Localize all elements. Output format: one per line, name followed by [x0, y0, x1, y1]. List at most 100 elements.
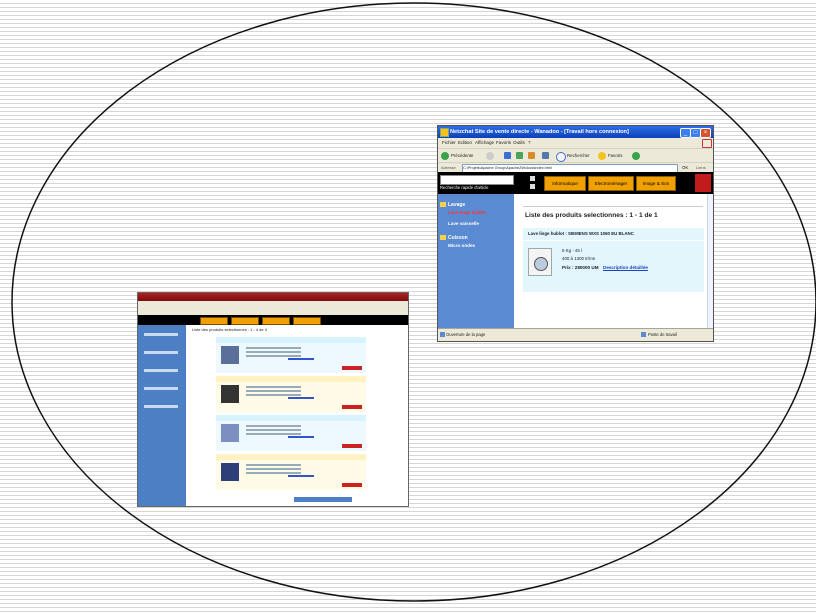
- favorites-button[interactable]: Favoris: [608, 151, 622, 161]
- small-product-card: [216, 415, 366, 451]
- nav-image-son[interactable]: Image & Son: [636, 176, 676, 191]
- links-button[interactable]: Liens: [696, 164, 706, 172]
- nav-electromenager[interactable]: Electroménager: [588, 176, 634, 191]
- small-card-header: [216, 415, 366, 421]
- home-icon[interactable]: [528, 152, 535, 159]
- small-nav-button: [293, 317, 321, 325]
- small-sidebar-item: [144, 333, 178, 336]
- small-sidebar-item: [144, 405, 178, 408]
- site-logo: [695, 174, 711, 192]
- small-details-link: [288, 475, 314, 477]
- sidebar-item-lave-vaisselle[interactable]: Lave vaisselle: [448, 221, 479, 226]
- menu-outils[interactable]: Outils: [513, 139, 525, 147]
- media-icon[interactable]: [542, 152, 549, 159]
- details-link[interactable]: Description détaillée: [603, 265, 648, 270]
- window-titlebar: Netzchat Site de vente directe - Wanadoo…: [438, 126, 713, 138]
- small-sidebar-item: [144, 369, 178, 372]
- go-button[interactable]: OK: [682, 164, 688, 172]
- small-product-card: [216, 337, 366, 373]
- small-product-card: [216, 376, 366, 412]
- small-list-title: Liste des produits selectionnes : 1 - 4 …: [192, 327, 267, 332]
- close-button[interactable]: ×: [700, 128, 711, 138]
- menu-favoris[interactable]: Favoris: [496, 139, 511, 147]
- category-sidebar: Lavage Lave linge hublot Lave vaisselle …: [438, 194, 514, 329]
- small-product-image: [221, 346, 239, 364]
- folder-icon: [440, 202, 446, 207]
- small-product-specs: [246, 347, 301, 349]
- menu-fichier[interactable]: Fichier: [442, 139, 456, 147]
- small-sidebar-item: [144, 351, 178, 354]
- small-details-link: [288, 397, 314, 399]
- small-nav-button: [200, 317, 228, 325]
- windows-flag-icon: [702, 139, 712, 148]
- status-bar: Ouverture de la page Poste de travail: [438, 328, 713, 341]
- status-zone: Poste de travail: [648, 332, 677, 337]
- product-capacity: 5 Kg - 45 l: [562, 248, 583, 253]
- small-product-image: [221, 463, 239, 481]
- category-lavage[interactable]: Lavage: [448, 202, 465, 208]
- web-page: Recherche rapide d'article Informatique …: [438, 172, 713, 329]
- site-header: Recherche rapide d'article Informatique …: [438, 172, 713, 194]
- small-buy-button: [342, 405, 362, 409]
- product-list-screenshot: Netzchat Site de vente directe - Wanadoo…: [437, 125, 714, 342]
- arrow-icon: [530, 176, 535, 181]
- small-card-header: [216, 454, 366, 460]
- product-spin: 400 à 1300 tr/mn: [562, 256, 596, 261]
- small-buy-button: [342, 483, 362, 487]
- product-price: Prix : 280000 UM: [562, 265, 599, 270]
- washing-machine-image[interactable]: [528, 248, 552, 276]
- nav-informatique[interactable]: Informatique: [544, 176, 586, 191]
- small-details-link: [288, 436, 314, 438]
- back-button[interactable]: Précédente: [451, 151, 473, 161]
- small-sidebar: [138, 325, 186, 506]
- quick-search-label: Recherche rapide d'article: [440, 185, 489, 190]
- menu-edition[interactable]: Edition: [458, 139, 472, 147]
- sidebar-item-lave-linge[interactable]: Lave linge hublot: [448, 210, 486, 215]
- divider: [523, 206, 703, 207]
- menu-affichage[interactable]: Affichage: [475, 139, 494, 147]
- small-nav-button: [262, 317, 290, 325]
- small-product-specs: [246, 464, 301, 466]
- browser-toolbar: Précédente Rechercher Favoris: [438, 148, 713, 163]
- divider: [523, 240, 704, 241]
- favorites-star-icon[interactable]: [598, 152, 606, 160]
- category-cuisson[interactable]: Cuisson: [448, 235, 468, 241]
- small-sidebar-item: [144, 387, 178, 390]
- small-buy-button: [342, 366, 362, 370]
- small-pager: [294, 497, 352, 502]
- small-product-card: [216, 454, 366, 490]
- arrow-icon: [530, 184, 535, 189]
- small-buy-button: [342, 444, 362, 448]
- small-card-header: [216, 376, 366, 382]
- main-content: Liste des produits selectionnes : 1 - 1 …: [514, 194, 708, 329]
- stop-icon[interactable]: [504, 152, 511, 159]
- window-title: Netzchat Site de vente directe - Wanadoo…: [450, 129, 629, 135]
- small-window-titlebar: [138, 293, 408, 301]
- address-label: Adresse: [441, 165, 456, 170]
- menu-help[interactable]: ?: [528, 139, 531, 147]
- search-icon[interactable]: [556, 152, 566, 162]
- small-content: Liste des produits selectionnes : 1 - 4 …: [186, 325, 404, 506]
- ie-app-icon: [440, 128, 449, 137]
- search-button[interactable]: Rechercher: [567, 151, 590, 161]
- product-name[interactable]: Lave linge hublot : SIEMENS WXS 1060 EU …: [528, 231, 634, 236]
- forward-arrow-icon[interactable]: [486, 152, 494, 160]
- sidebar-item-micro-ondes[interactable]: Micro ondes: [448, 243, 475, 248]
- back-arrow-icon[interactable]: [441, 152, 449, 160]
- refresh-icon[interactable]: [516, 152, 523, 159]
- small-card-header: [216, 337, 366, 343]
- status-text: Ouverture de la page: [446, 332, 486, 337]
- page-icon: [440, 332, 445, 337]
- computer-icon: [641, 332, 646, 337]
- quick-search-input[interactable]: [440, 175, 514, 185]
- small-product-specs: [246, 425, 301, 427]
- folder-icon: [440, 235, 446, 240]
- vertical-scrollbar[interactable]: [707, 194, 713, 329]
- list-title: Liste des produits selectionnes : 1 - 1 …: [525, 212, 658, 219]
- small-product-image: [221, 424, 239, 442]
- menu-bar: Fichier Edition Affichage Favoris Outils…: [438, 138, 713, 148]
- small-product-specs: [246, 386, 301, 388]
- product-list-screenshot-small: Liste des produits selectionnes : 1 - 4 …: [137, 292, 409, 507]
- product-card: Lave linge hublot : SIEMENS WXS 1060 EU …: [523, 228, 704, 292]
- history-icon[interactable]: [632, 152, 640, 160]
